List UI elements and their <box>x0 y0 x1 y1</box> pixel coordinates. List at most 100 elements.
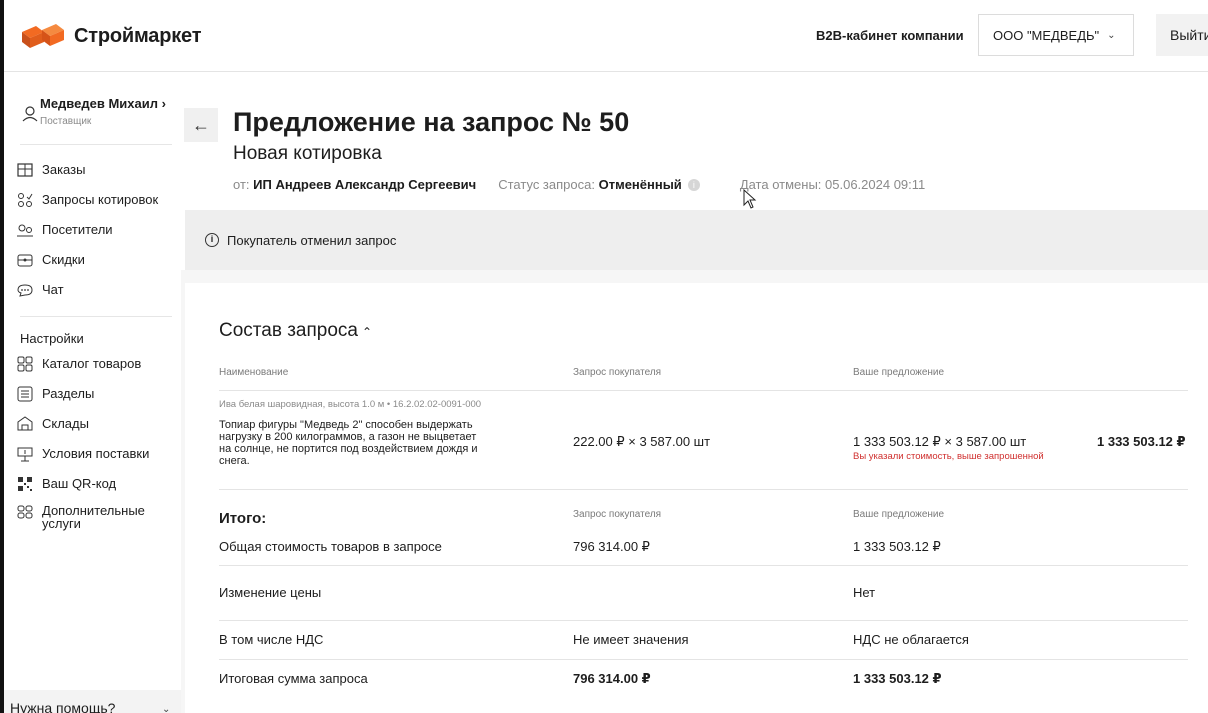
settings-heading: Настройки <box>20 331 84 346</box>
offer-line-total: 1 333 503.12 ₽ <box>1097 434 1186 449</box>
catalog-icon <box>17 356 33 372</box>
visitors-icon <box>17 224 33 237</box>
column-header-buyer-request: Запрос покупателя <box>573 367 662 378</box>
sidebar-item-services[interactable]: Дополнительные услуги <box>16 504 166 530</box>
company-select-value: ООО "МЕДВЕДЬ" <box>993 27 1100 43</box>
info-icon[interactable]: i <box>687 178 700 191</box>
totals-row-buyer: Не имеет значения <box>573 632 689 647</box>
logout-button[interactable]: Выйти <box>1156 14 1208 56</box>
composition-title: Состав запроса <box>219 320 358 341</box>
sidebar-item-label: Заказы <box>42 162 86 177</box>
page-title: Предложение на запрос № 50 <box>233 107 630 137</box>
logo-icon <box>22 24 64 48</box>
sidebar-item-label: Условия поставки <box>42 446 150 461</box>
table-divider <box>219 390 1188 391</box>
chevron-up-icon: ⌃ <box>361 325 373 339</box>
sections-icon <box>17 386 33 402</box>
offer-value[interactable]: 1 333 503.12 ₽ × 3 587.00 шт <box>853 434 1026 450</box>
product-description: Топиар фигуры "Медведь 2" способен выдер… <box>219 419 478 467</box>
totals-row-offer: 1 333 503.12 ₽ <box>853 539 941 554</box>
sidebar-item-discounts[interactable]: Скидки <box>16 252 85 268</box>
composition-card <box>185 283 1208 713</box>
status-value: Отменённый <box>598 177 682 192</box>
user-name[interactable]: Медведев Михаил › <box>40 96 166 111</box>
totals-title: Итого: <box>219 510 267 527</box>
sidebar-item-label: Скидки <box>42 252 85 267</box>
sidebar-item-warehouses[interactable]: Склады <box>16 416 89 432</box>
column-header-name: Наименование <box>219 367 289 378</box>
totals-row-buyer: 796 314.00 ₽ <box>573 539 650 554</box>
column-header-your-offer: Ваше предложение <box>853 367 945 378</box>
totals-row-label: Итоговая сумма запроса <box>219 671 368 686</box>
table-divider <box>219 659 1188 660</box>
chevron-down-icon: ⌄ <box>1107 29 1116 41</box>
sidebar-item-label: Дополнительные услуги <box>42 503 145 531</box>
price-warning: Вы указали стоимость, выше запрошенной <box>853 451 1044 462</box>
top-header: Строймаркет B2B-кабинет компании ООО "МЕ… <box>4 0 1208 72</box>
services-icon <box>17 505 33 519</box>
sidebar-item-label: Склады <box>42 416 89 431</box>
sidebar-item-visitors[interactable]: Посетители <box>16 222 113 238</box>
totals-header-offer: Ваше предложение <box>853 509 945 520</box>
table-divider <box>219 620 1188 621</box>
buyer-name: ИП Андреев Александр Сергеевич <box>253 177 477 192</box>
user-role: Поставщик <box>40 116 92 127</box>
sidebar-item-label: Чат <box>42 282 64 297</box>
totals-row-label: Общая стоимость товаров в запросе <box>219 539 442 554</box>
totals-row-offer: 1 333 503.12 ₽ <box>853 671 942 686</box>
discount-icon <box>17 254 33 267</box>
page-subtitle: Новая котировка <box>233 143 382 164</box>
info-circle-icon: i <box>205 233 219 247</box>
totals-row-offer: НДС не облагается <box>853 632 969 647</box>
sidebar-item-label: Разделы <box>42 386 95 401</box>
request-meta: от: ИП Андреев Александр Сергеевич Стату… <box>233 177 925 192</box>
status-label: Статус запроса: <box>498 177 595 192</box>
totals-row-offer: Нет <box>853 585 876 600</box>
orders-icon <box>17 163 33 177</box>
sidebar-item-delivery[interactable]: Условия поставки <box>16 446 149 462</box>
sidebar-item-label: Запросы котировок <box>42 192 159 207</box>
arrow-left-icon: ← <box>192 114 210 135</box>
qr-icon <box>18 477 32 491</box>
totals-row-buyer: 796 314.00 ₽ <box>573 671 651 686</box>
sidebar-item-orders[interactable]: Заказы <box>16 162 85 178</box>
sidebar-item-label: Посетители <box>42 222 113 237</box>
brand-name: Строймаркет <box>74 24 202 47</box>
composition-toggle[interactable]: Состав запроса ⌃ <box>219 320 372 342</box>
sidebar-divider <box>20 316 172 317</box>
delivery-icon <box>17 447 33 462</box>
help-label: Нужна помощь? <box>10 700 116 713</box>
sidebar-item-catalog[interactable]: Каталог товаров <box>16 356 141 372</box>
b2b-cabinet-link[interactable]: B2B-кабинет компании <box>816 28 964 43</box>
warehouse-icon <box>17 416 33 431</box>
chat-icon <box>17 284 33 297</box>
table-divider <box>219 565 1188 566</box>
sidebar: Медведев Михаил › Поставщик Заказы Запро… <box>4 72 185 713</box>
back-button[interactable]: ← <box>184 108 218 142</box>
company-select[interactable]: ООО "МЕДВЕДЬ" ⌄ <box>978 14 1134 56</box>
section-gap <box>185 270 1208 283</box>
quotes-icon <box>18 193 33 207</box>
sidebar-item-label: Ваш QR-код <box>42 476 117 491</box>
table-divider <box>219 489 1188 490</box>
cancellation-alert: i Покупатель отменил запрос <box>185 210 1208 270</box>
chevron-down-icon: ⌄ <box>162 704 171 713</box>
sidebar-divider <box>20 144 172 145</box>
sidebar-item-label: Каталог товаров <box>42 356 142 371</box>
alert-text: Покупатель отменил запрос <box>227 232 397 248</box>
from-label: от: <box>233 177 250 192</box>
sidebar-item-sections[interactable]: Разделы <box>16 386 94 402</box>
product-sku: Ива белая шаровидная, высота 1.0 м • 16.… <box>219 399 482 410</box>
help-dropdown[interactable]: Нужна помощь? ⌄ <box>4 690 185 713</box>
cancel-date: Дата отмены: 05.06.2024 09:11 <box>739 177 926 192</box>
user-icon <box>22 106 38 122</box>
totals-row-label: В том числе НДС <box>219 632 324 647</box>
totals-header-buyer: Запрос покупателя <box>573 509 662 520</box>
totals-row-label: Изменение цены <box>219 585 322 600</box>
sidebar-item-qr[interactable]: Ваш QR-код <box>16 476 116 492</box>
buyer-request-value: 222.00 ₽ × 3 587.00 шт <box>573 434 711 449</box>
sidebar-item-quotes[interactable]: Запросы котировок <box>16 192 158 208</box>
mouse-cursor-icon <box>743 189 757 209</box>
sidebar-item-chat[interactable]: Чат <box>16 282 64 298</box>
brand-logo[interactable]: Строймаркет <box>20 22 202 50</box>
